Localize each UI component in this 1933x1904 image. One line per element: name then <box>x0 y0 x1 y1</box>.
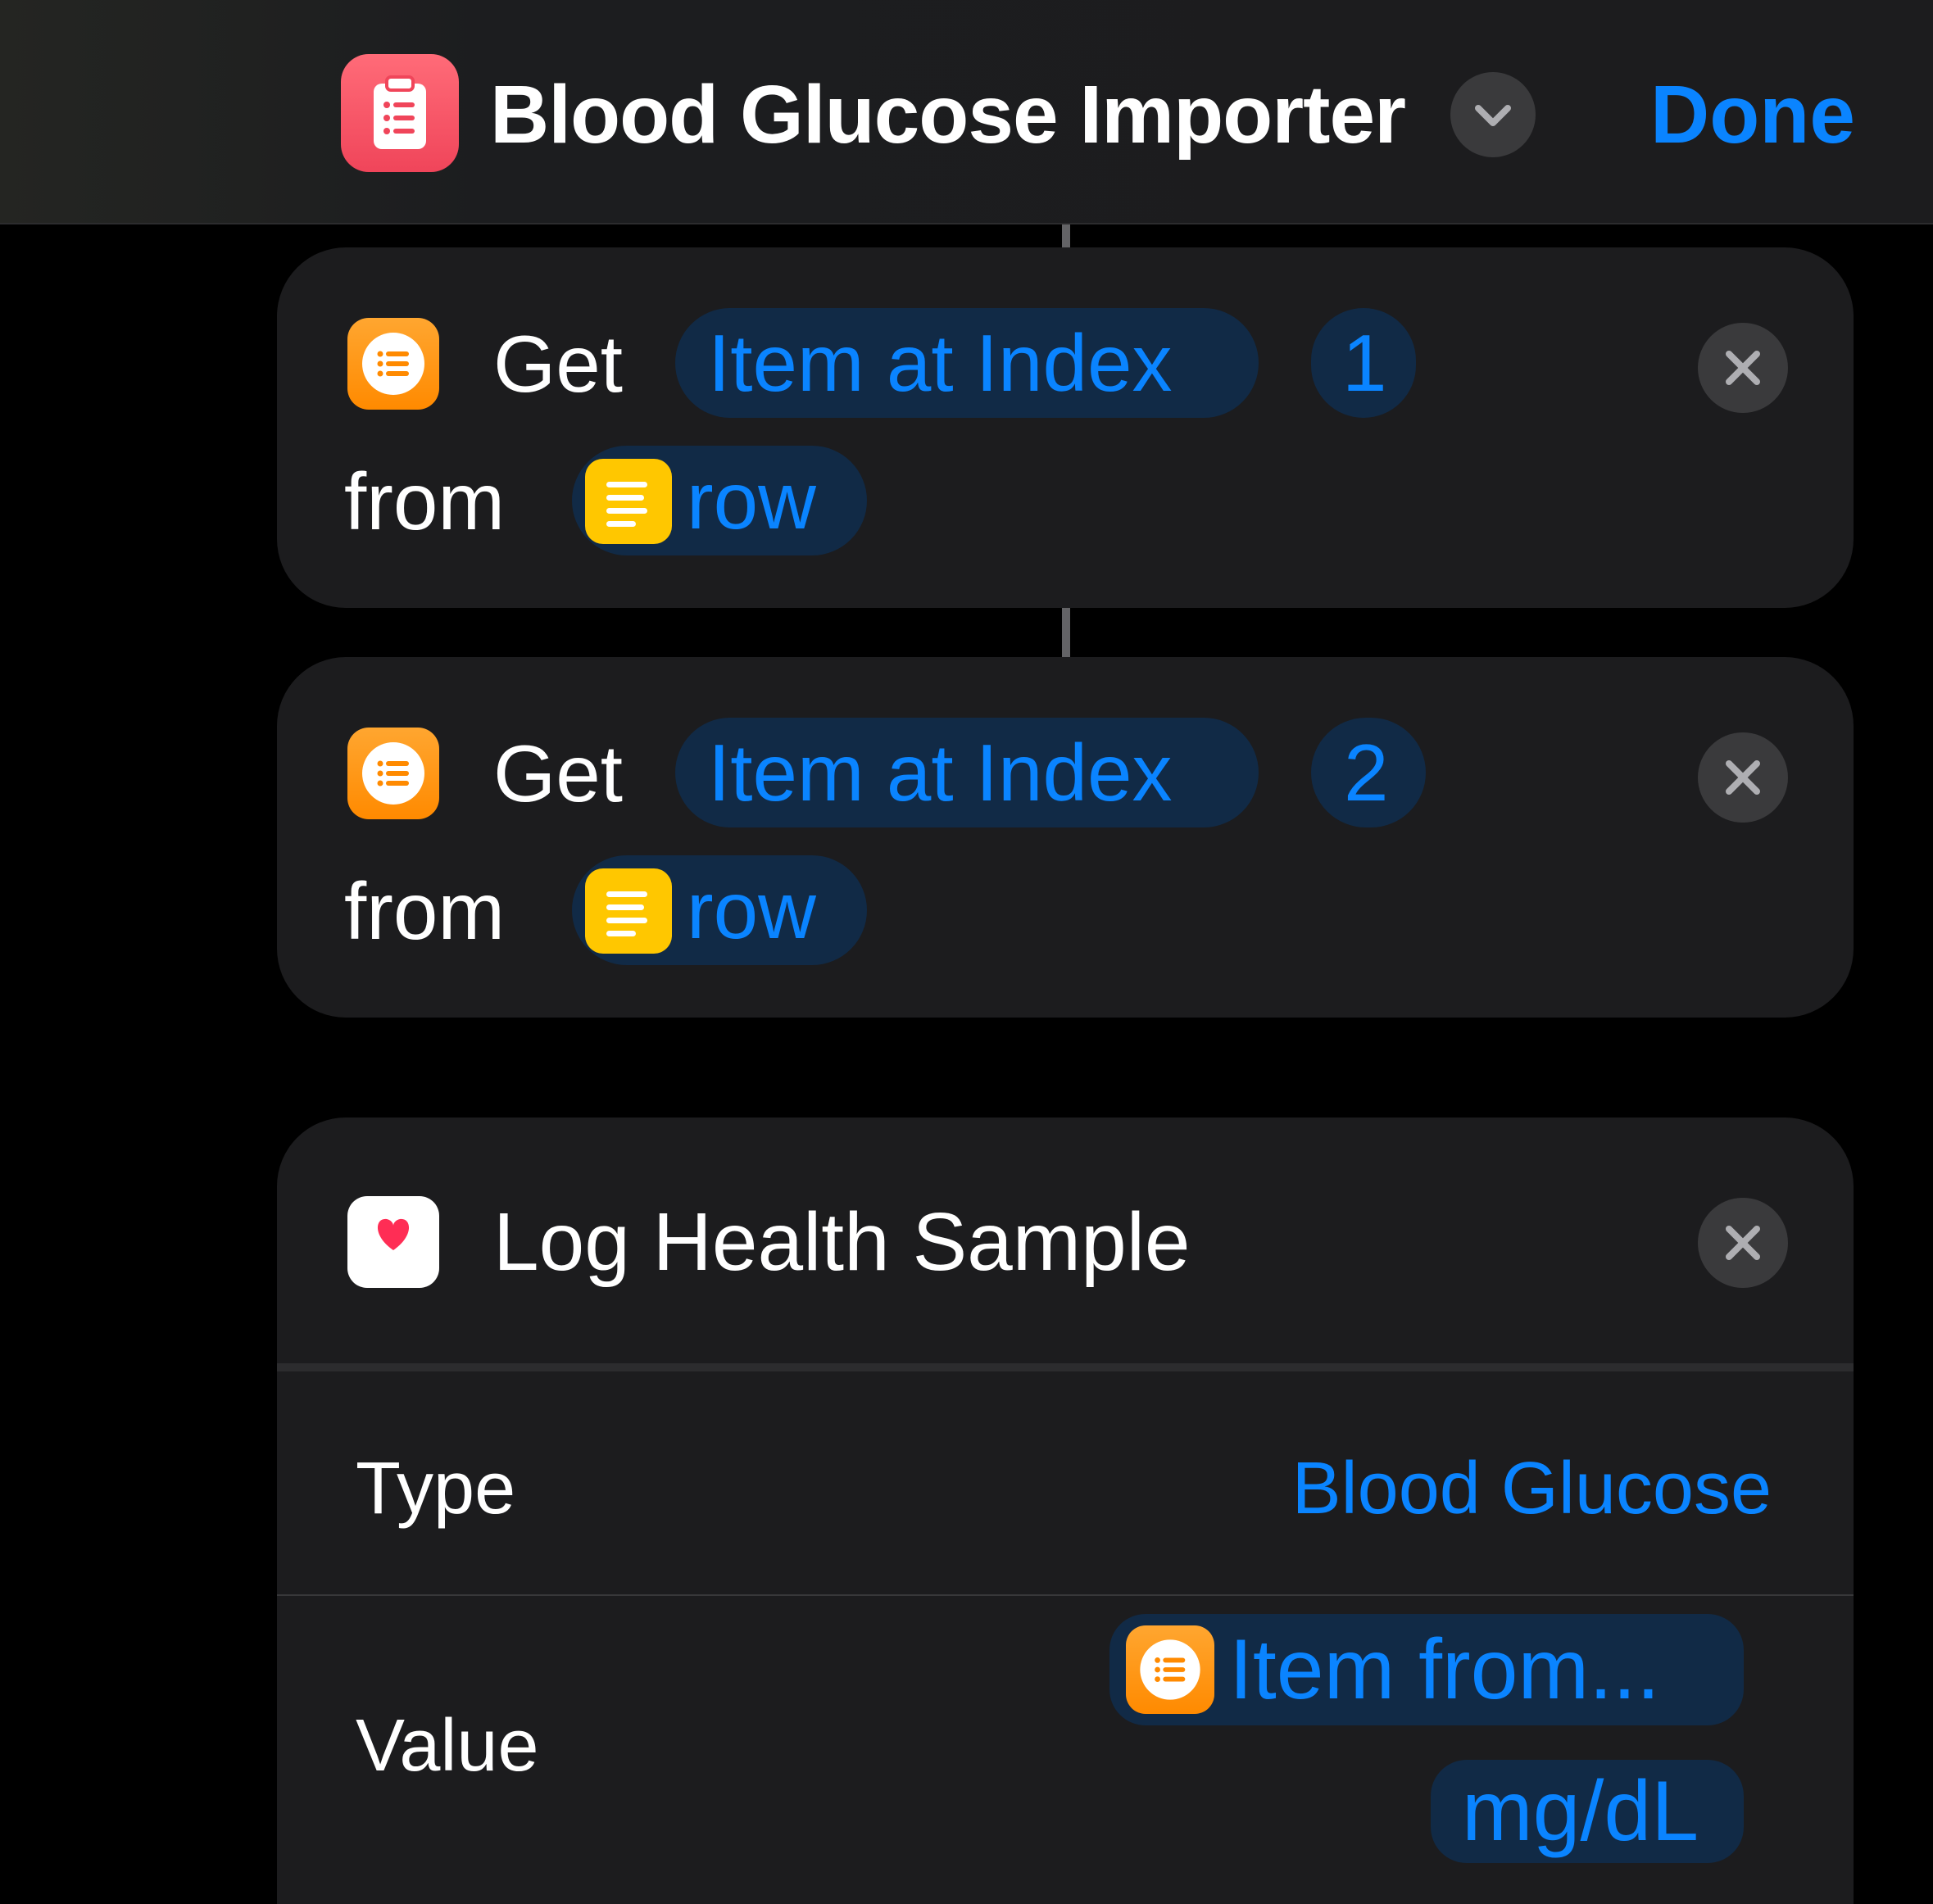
get-item-action-card[interactable]: Get Item at Index 1 from row <box>277 247 1854 608</box>
action-verb: Get <box>493 728 623 818</box>
chevron-down-icon[interactable] <box>1450 72 1536 157</box>
action-preposition: from <box>344 866 505 956</box>
list-icon <box>1126 1625 1214 1714</box>
get-item-action-card[interactable]: Get Item at Index 2 from row <box>277 657 1854 1018</box>
type-label: Type <box>356 1448 516 1530</box>
index-value: 1 <box>1342 318 1387 408</box>
variable-name: row <box>687 456 816 546</box>
close-icon <box>1726 1226 1760 1260</box>
unit-pill[interactable]: mg/dL <box>1431 1760 1744 1863</box>
action-title: Log Health Sample <box>493 1196 1191 1288</box>
list-icon <box>347 318 439 410</box>
row-divider <box>277 1594 1854 1596</box>
list-icon <box>347 728 439 819</box>
parameter-item-at-index[interactable]: Item at Index <box>675 718 1259 827</box>
type-value[interactable]: Blood Glucose <box>1292 1444 1772 1534</box>
log-health-sample-card[interactable]: Log Health Sample Type Blood Glucose Val… <box>277 1117 1854 1904</box>
unit-value: mg/dL <box>1462 1764 1699 1859</box>
index-field[interactable]: 2 <box>1311 718 1426 827</box>
value-variable-pill[interactable]: Item from... <box>1109 1614 1744 1725</box>
done-button[interactable]: Done <box>1650 66 1855 164</box>
heart-icon <box>347 1196 439 1288</box>
action-verb: Get <box>493 319 623 409</box>
index-value: 2 <box>1344 728 1389 818</box>
index-field[interactable]: 1 <box>1311 308 1416 418</box>
shortcut-title[interactable]: Blood Glucose Importer <box>490 66 1406 164</box>
value-variable-name: Item from... <box>1229 1622 1660 1717</box>
variable-row[interactable]: row <box>572 446 867 555</box>
remove-action-button[interactable] <box>1698 732 1788 823</box>
text-lines-icon <box>585 868 672 954</box>
value-label: Value <box>356 1705 539 1787</box>
variable-row[interactable]: row <box>572 855 867 965</box>
clipboard-list-icon[interactable] <box>341 54 459 172</box>
parameter-item-at-index[interactable]: Item at Index <box>675 308 1259 418</box>
parameter-label: Item at Index <box>708 728 1173 818</box>
navigation-header: Blood Glucose Importer Done <box>0 0 1933 224</box>
action-connector <box>1062 608 1070 657</box>
close-icon <box>1726 351 1760 385</box>
section-divider <box>277 1363 1854 1371</box>
text-lines-icon <box>585 459 672 544</box>
variable-name: row <box>687 865 816 955</box>
parameter-label: Item at Index <box>708 318 1173 408</box>
remove-action-button[interactable] <box>1698 1198 1788 1288</box>
remove-action-button[interactable] <box>1698 323 1788 413</box>
close-icon <box>1726 760 1760 795</box>
action-connector <box>1062 224 1070 247</box>
action-preposition: from <box>344 456 505 546</box>
